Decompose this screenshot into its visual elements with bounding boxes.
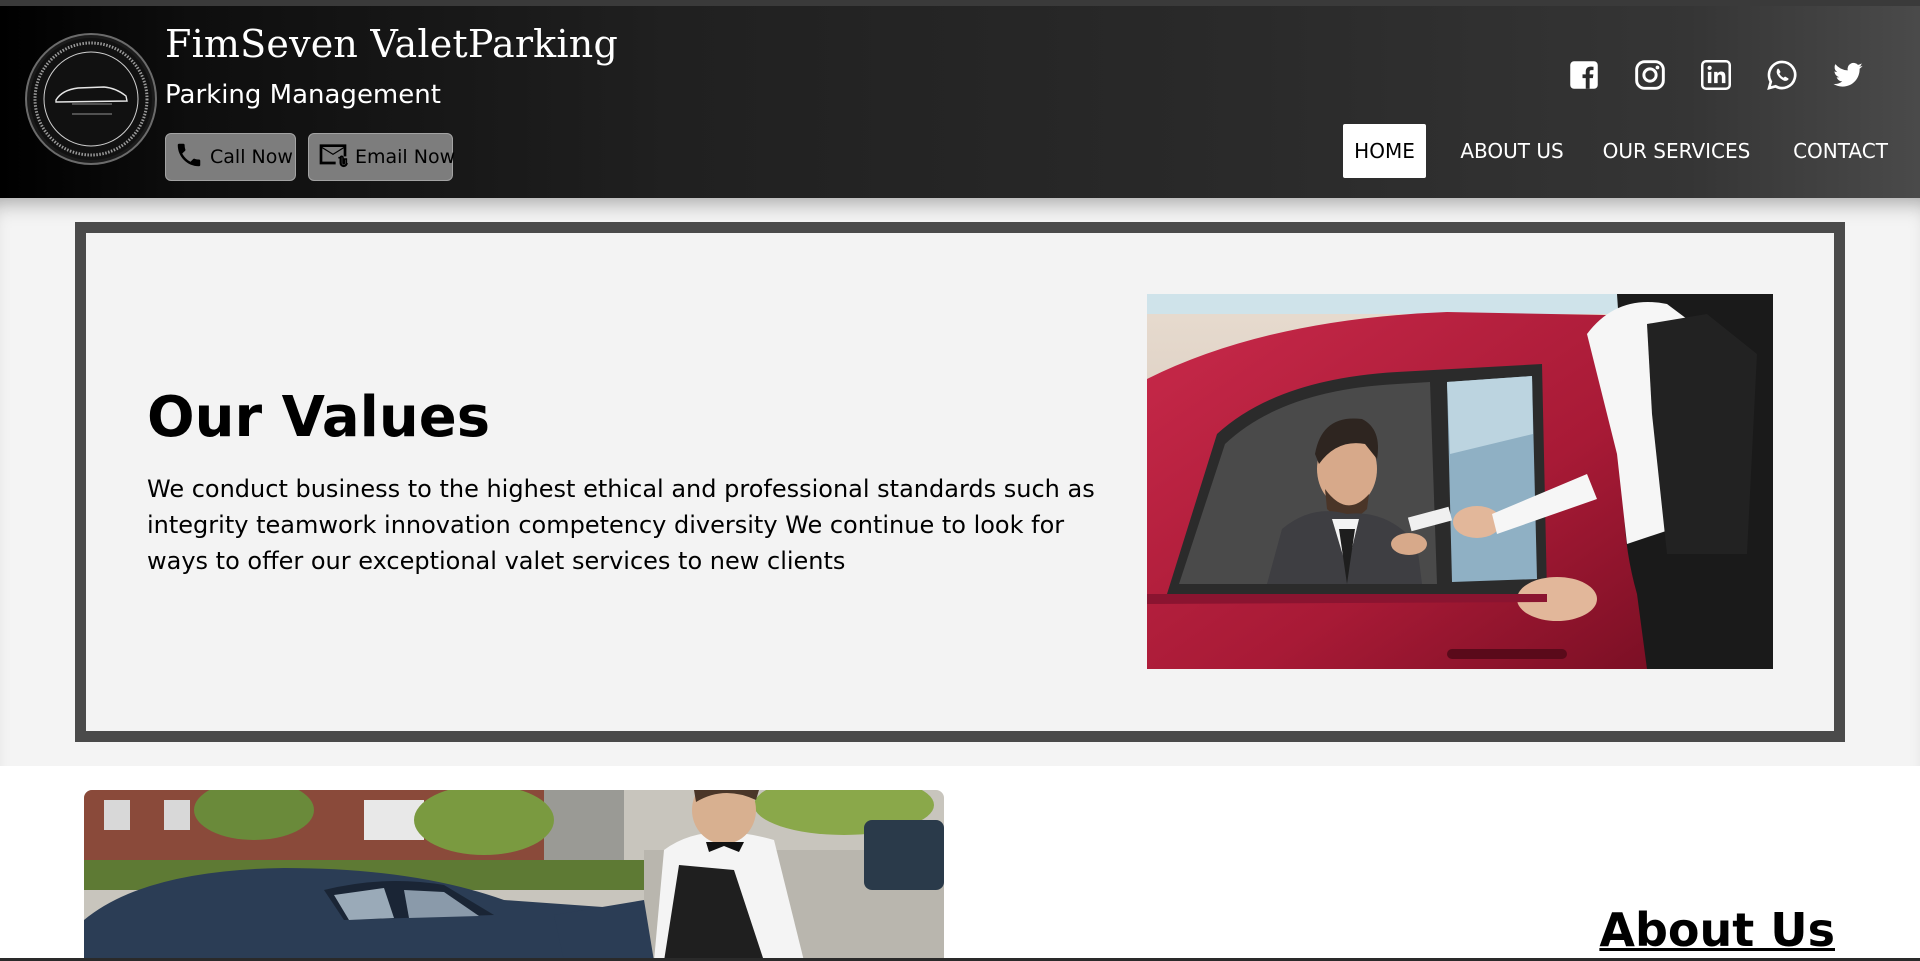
whatsapp-icon[interactable]	[1762, 55, 1802, 95]
email-icon	[317, 139, 349, 176]
facebook-icon[interactable]	[1564, 55, 1604, 95]
site-header: FimSeven ValetParking Parking Management…	[0, 0, 1920, 198]
nav-our-services[interactable]: OUR SERVICES	[1598, 124, 1755, 178]
values-title: Our Values	[147, 385, 491, 450]
email-now-button[interactable]: Email Now	[308, 133, 456, 181]
call-now-button[interactable]: Call Now	[165, 133, 296, 181]
twitter-icon[interactable]	[1828, 55, 1868, 95]
nav-contact[interactable]: CONTACT	[1778, 124, 1903, 178]
nav-home[interactable]: HOME	[1343, 124, 1426, 178]
about-us-title: About Us	[1599, 903, 1835, 957]
nav-about-us[interactable]: ABOUT US	[1450, 124, 1574, 178]
brand-title: FimSeven ValetParking	[165, 22, 618, 66]
call-now-label: Call Now	[210, 146, 293, 168]
brand-logo[interactable]	[30, 38, 152, 160]
brand-subtitle: Parking Management	[165, 80, 441, 110]
email-now-label: Email Now	[355, 146, 456, 168]
valet-opening-car-door-image	[84, 790, 944, 961]
values-text: We conduct business to the highest ethic…	[147, 475, 1095, 575]
phone-icon	[174, 140, 204, 175]
valet-key-handover-image	[1147, 294, 1773, 669]
instagram-icon[interactable]	[1630, 55, 1670, 95]
linkedin-icon[interactable]	[1696, 55, 1736, 95]
